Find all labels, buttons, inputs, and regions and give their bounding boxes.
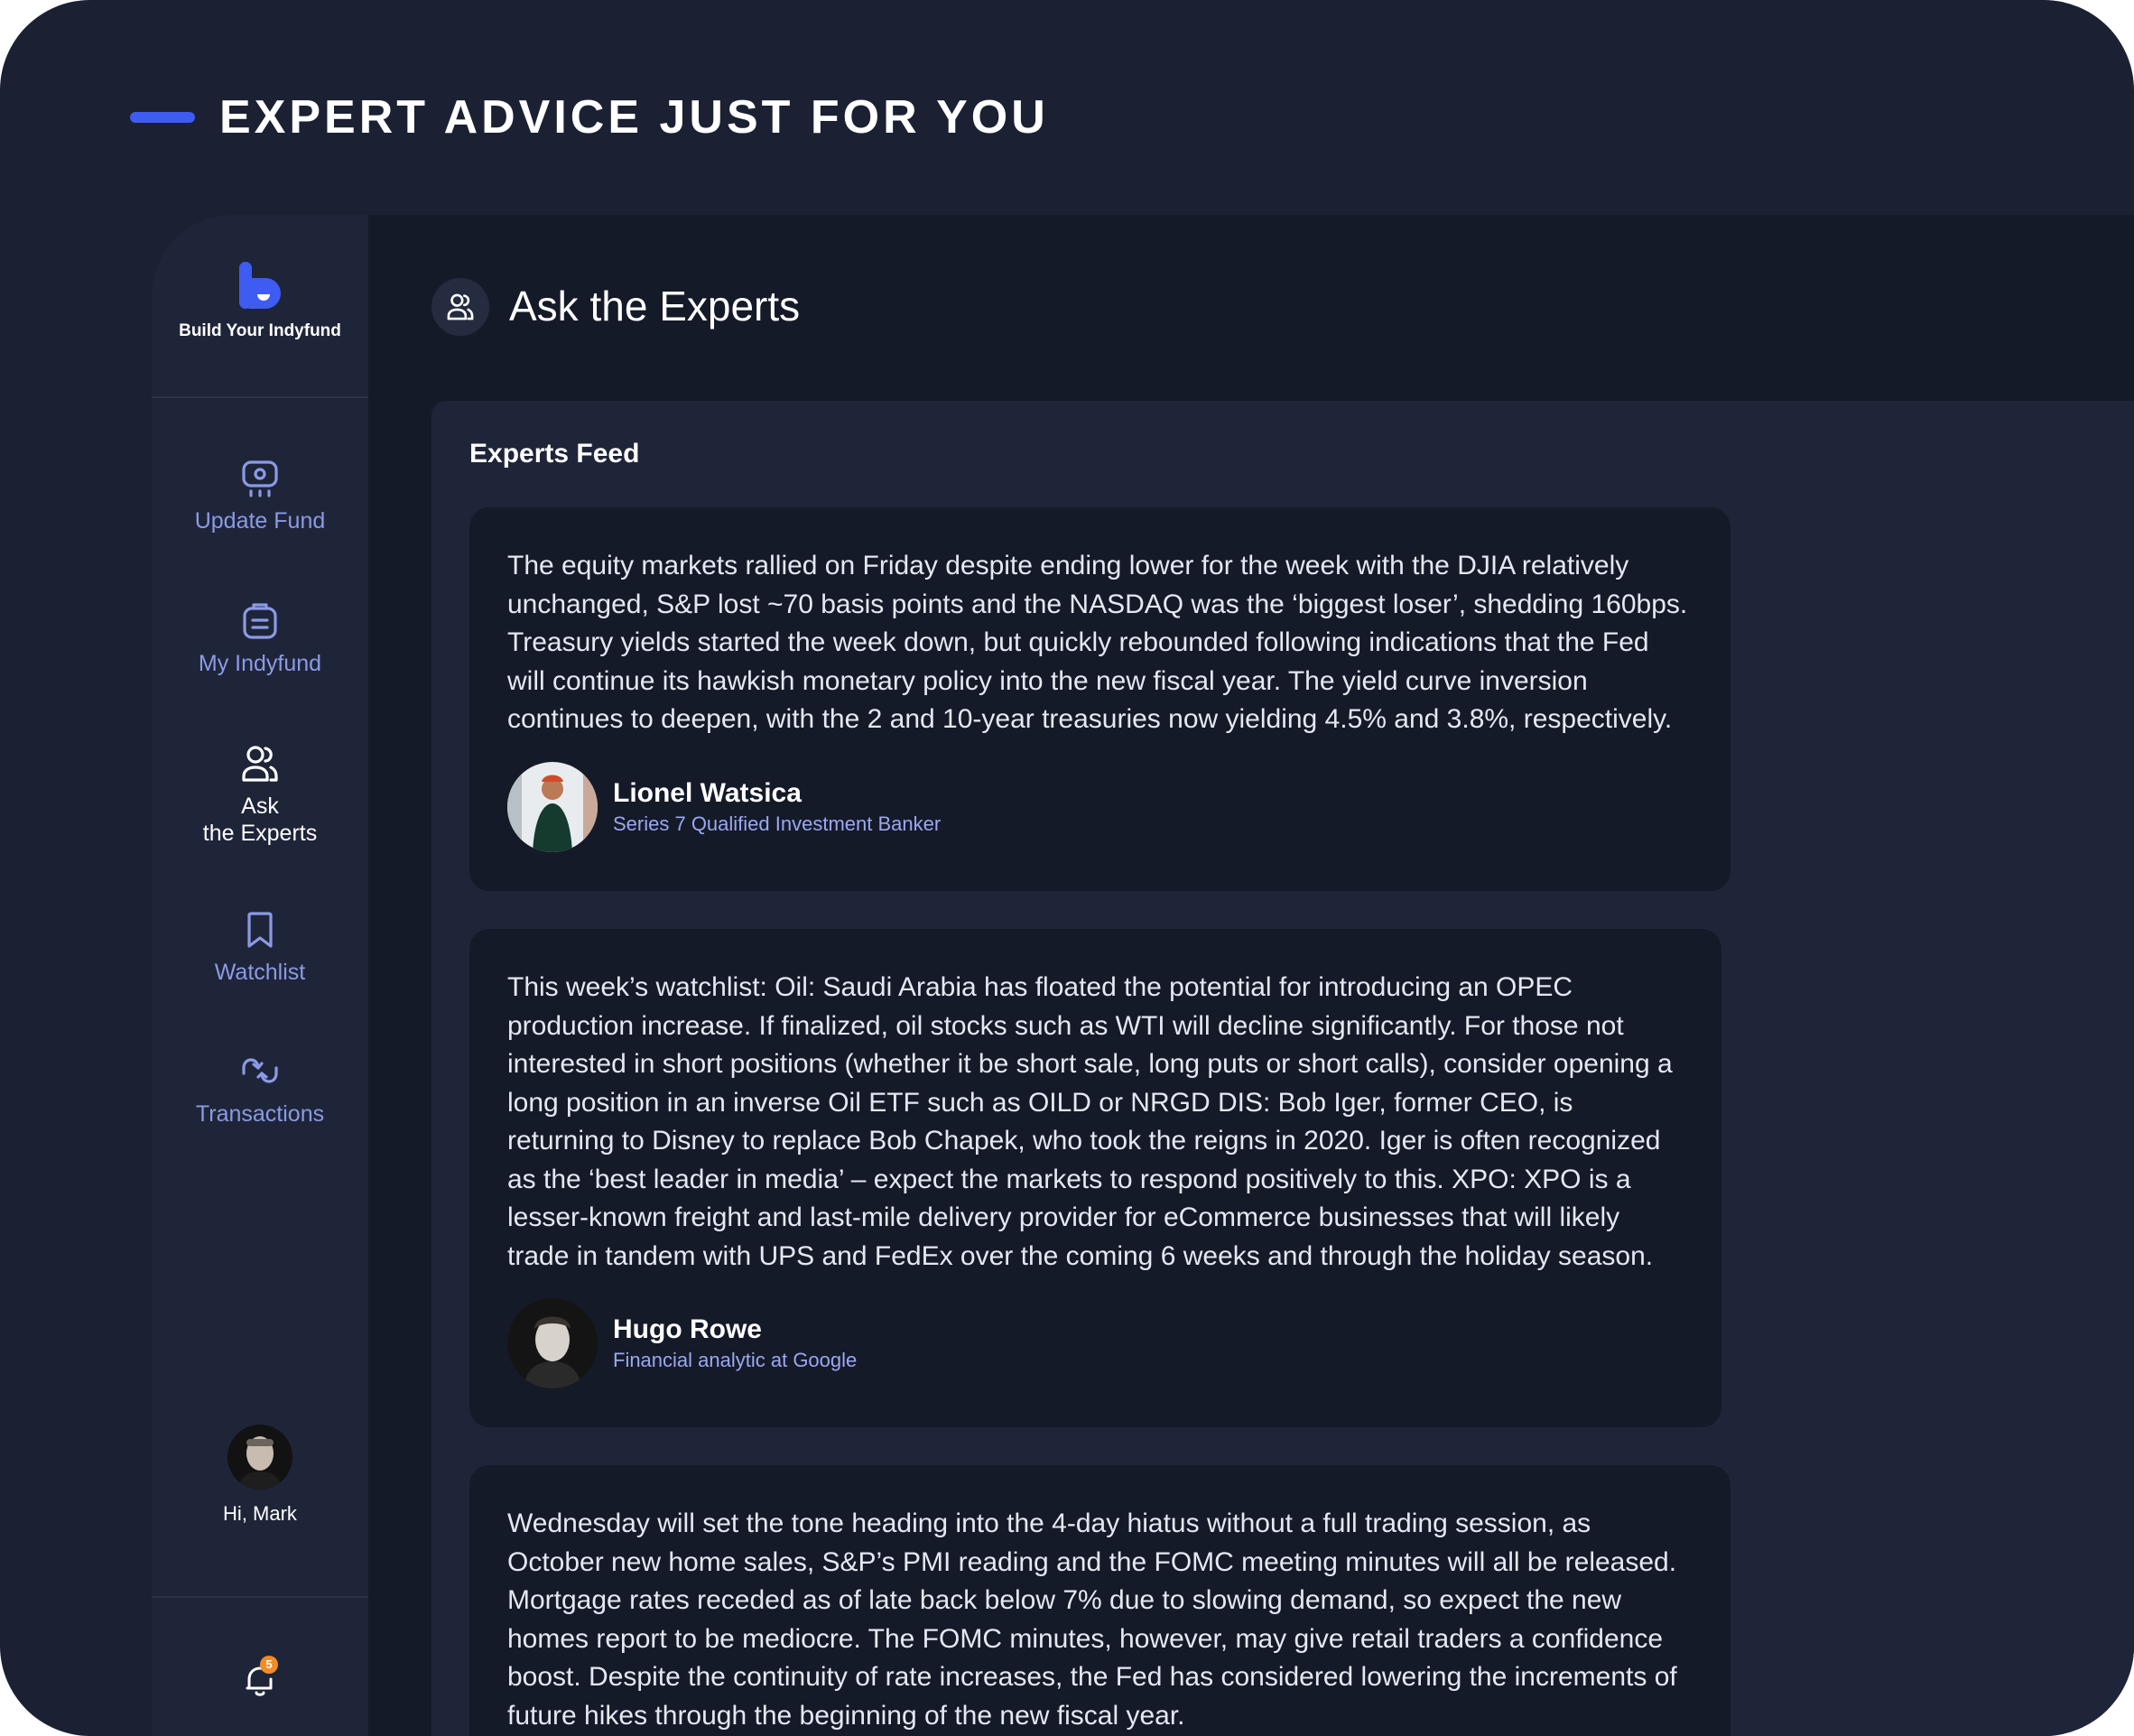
main-content: Ask the Experts Experts Feed The equity … [368,215,2134,1736]
promo-frame: EXPERT ADVICE JUST FOR YOU Build Your In… [0,0,2134,1736]
post-author[interactable]: Lionel Watsica Series 7 Qualified Invest… [507,762,941,852]
promo-headline: EXPERT ADVICE JUST FOR YOU [130,90,1049,144]
nav-label: Update Fund [194,508,326,534]
feed-title: Experts Feed [469,439,640,469]
feed-post: The equity markets rallied on Friday des… [469,507,1730,891]
page-icon-badge [431,278,489,336]
feed-post: This week’s watchlist: Oil: Saudi Arabia… [469,929,1721,1427]
post-text: This week’s watchlist: Oil: Saudi Arabia… [507,972,1673,1271]
brand[interactable]: Build Your Indyfund [152,262,368,341]
author-role: Financial analytic at Google [613,1349,858,1371]
page-title: Ask the Experts [509,283,801,330]
bookmark-icon [247,912,273,948]
divider [152,1596,368,1598]
nav-label-line1: Ask [241,794,279,819]
user-greeting: Hi, Mark [223,1502,297,1525]
author-name: Lionel Watsica [613,778,802,808]
nav-label: Transactions [195,1101,325,1127]
page-header: Ask the Experts [368,215,2134,401]
divider [152,396,368,398]
notification-count-badge: 5 [260,1656,278,1674]
nav-item-transactions[interactable]: Transactions [152,1052,368,1128]
author-avatar[interactable] [507,762,598,852]
app-window: Build Your Indyfund Update Fund My Indyf… [152,215,2134,1736]
experts-feed-panel: Experts Feed The equity markets rallied … [431,401,2134,1736]
arrows-exchange-icon [242,1058,278,1083]
nav-item-my-indyfund[interactable]: My Indyfund [152,601,368,677]
sidebar: Build Your Indyfund Update Fund My Indyf… [152,215,397,1736]
author-name: Hugo Rowe [613,1314,762,1344]
post-text: The equity markets rallied on Friday des… [507,551,1688,734]
author-avatar[interactable] [507,1298,598,1388]
nav-label-line2: the Experts [202,821,318,846]
accent-bar [130,112,195,123]
headline-text: EXPERT ADVICE JUST FOR YOU [219,91,1049,144]
author-role: Series 7 Qualified Investment Banker [613,812,942,835]
user-profile[interactable]: Hi, Mark [152,1425,368,1526]
nav-label: Watchlist [214,960,306,985]
notifications-button[interactable]: 5 [240,1656,280,1699]
presentation-board-icon [242,460,278,497]
nav-item-ask-the-experts[interactable]: Ask the Experts [152,744,368,847]
brand-name: Build Your Indyfund [179,321,341,340]
nav-item-update-fund[interactable]: Update Fund [152,459,368,534]
users-icon [242,746,278,782]
user-avatar[interactable] [227,1425,292,1490]
post-author[interactable]: Hugo Rowe Financial analytic at Google [507,1298,857,1388]
clipboard-icon [243,603,277,639]
users-icon [447,293,474,320]
post-text: Wednesday will set the tone heading into… [507,1509,1677,1731]
indyfund-logo-icon [239,262,281,309]
nav-label: My Indyfund [198,651,322,676]
feed-post: Wednesday will set the tone heading into… [469,1465,1730,1736]
nav-item-watchlist[interactable]: Watchlist [152,910,368,986]
